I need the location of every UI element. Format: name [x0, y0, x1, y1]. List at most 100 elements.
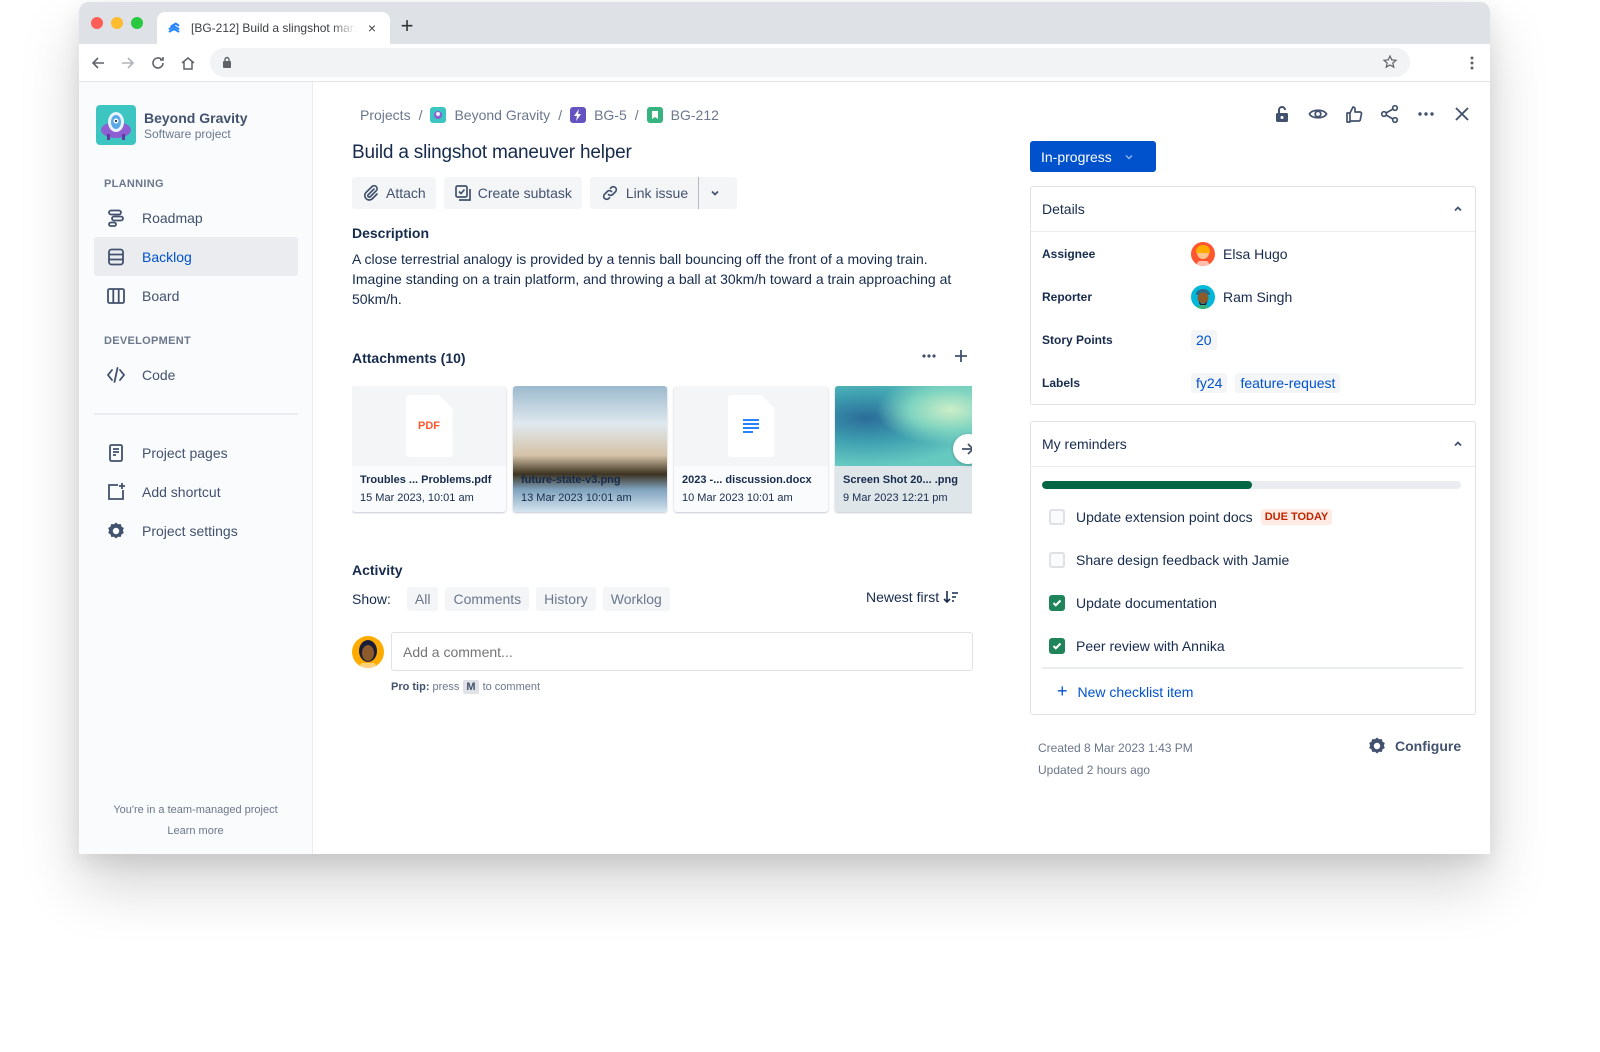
chevron-up-icon[interactable] [1453, 204, 1463, 214]
checkbox-checked[interactable] [1049, 594, 1065, 611]
filter-worklog[interactable]: Worklog [602, 587, 670, 611]
pro-tip-label: Pro tip: [391, 681, 430, 693]
close-icon[interactable] [1452, 104, 1472, 124]
shortcut-key: M [463, 680, 479, 694]
issue-meta: Created 8 Mar 2023 1:43 PM Updated 2 hou… [1038, 737, 1193, 781]
more-icon[interactable] [922, 354, 936, 358]
unlock-icon[interactable] [1272, 104, 1292, 124]
assignee-name: Elsa Hugo [1223, 245, 1288, 262]
sidebar-item-roadmap[interactable]: Roadmap [94, 198, 298, 237]
attachment-name: 2023 -... discussion.docx [682, 474, 812, 486]
link-issue-button[interactable]: Link issue [590, 177, 698, 209]
sidebar-item-label: Backlog [142, 248, 192, 265]
sidebar-item-backlog[interactable]: Backlog [94, 237, 298, 276]
story-points-value[interactable]: 20 [1191, 329, 1217, 350]
window-controls [91, 17, 143, 29]
new-checklist-item-button[interactable]: + New checklist item [1042, 667, 1463, 714]
checkbox-checked[interactable] [1049, 637, 1065, 654]
attachment-card[interactable]: 2023 -... discussion.docx 10 Mar 2023 10… [674, 386, 828, 512]
checklist-item[interactable]: Update extension point docs DUE TODAY [1031, 495, 1475, 538]
page-icon [109, 443, 123, 462]
checklist-item[interactable]: Update documentation [1031, 581, 1475, 624]
comment-input[interactable] [391, 632, 973, 671]
ufo-icon [101, 112, 131, 140]
sidebar-item-label: Roadmap [142, 209, 203, 226]
sidebar-item-code[interactable]: Code [94, 355, 298, 394]
label-tag[interactable]: fy24 [1191, 372, 1228, 393]
label-tag[interactable]: feature-request [1235, 372, 1341, 393]
more-icon[interactable] [1416, 104, 1436, 124]
thumbs-up-icon[interactable] [1344, 104, 1364, 124]
status-dropdown[interactable]: In-progress [1030, 141, 1156, 172]
browser-tab[interactable]: [BG-212] Build a slingshot maneuver help… [157, 12, 390, 44]
minimize-window-button[interactable] [111, 17, 123, 29]
comment-composer [352, 632, 973, 671]
project-header[interactable]: Beyond Gravity Software project [96, 105, 247, 145]
breadcrumb-project[interactable]: Beyond Gravity [454, 107, 550, 123]
sidebar-item-project-pages[interactable]: Project pages [94, 433, 298, 472]
assignee-field[interactable]: Elsa Hugo [1191, 241, 1288, 266]
filter-comments[interactable]: Comments [445, 587, 530, 611]
pdf-file-icon: PDF [405, 395, 453, 457]
breadcrumb-issue[interactable]: BG-212 [671, 107, 719, 123]
learn-more-link[interactable]: Learn more [79, 825, 312, 837]
issue-title[interactable]: Build a slingshot maneuver helper [352, 142, 632, 164]
attachments-list: PDF Troubles ... Problems.pdf 15 Mar 202… [352, 386, 972, 514]
create-subtask-button[interactable]: Create subtask [443, 177, 582, 209]
sidebar-item-label: Add shortcut [142, 483, 221, 500]
sidebar-item-add-shortcut[interactable]: Add shortcut [94, 472, 298, 511]
sort-button[interactable]: Newest first [866, 589, 959, 605]
new-tab-button[interactable]: + [397, 14, 417, 38]
assignee-avatar [1191, 241, 1215, 266]
details-header[interactable]: Details [1031, 187, 1475, 232]
checkbox[interactable] [1049, 551, 1065, 568]
reminders-header[interactable]: My reminders [1031, 422, 1475, 467]
close-window-button[interactable] [91, 17, 103, 29]
story-points-row: Story Points 20 [1031, 318, 1475, 361]
attach-button[interactable]: Attach [352, 177, 436, 209]
link-issue-label: Link issue [625, 185, 689, 201]
pro-tip-text: press [432, 681, 460, 693]
attachment-card[interactable]: future-state-v3.png 13 Mar 2023 10:01 am [513, 386, 667, 512]
reporter-field[interactable]: Ram Singh [1191, 284, 1292, 309]
reporter-row: Reporter Ram Singh [1031, 275, 1475, 318]
back-icon[interactable] [90, 55, 106, 71]
more-actions-button[interactable] [699, 177, 737, 209]
attachment-date: 9 Mar 2023 12:21 pm [843, 492, 948, 504]
breadcrumb-epic[interactable]: BG-5 [594, 107, 627, 123]
add-shortcut-icon [108, 482, 125, 500]
sidebar-item-label: Project pages [142, 444, 228, 461]
attachment-card[interactable]: Screen Shot 20... .png 9 Mar 2023 12:21 … [835, 386, 972, 512]
maximize-window-button[interactable] [131, 17, 143, 29]
checklist-item[interactable]: Peer review with Annika [1031, 624, 1475, 667]
browser-toolbar [79, 44, 1490, 82]
add-icon[interactable] [954, 349, 968, 363]
description-text[interactable]: A close terrestrial analogy is provided … [352, 249, 972, 309]
forward-icon[interactable] [120, 55, 136, 71]
assignee-row: Assignee Elsa Hugo [1031, 232, 1475, 275]
checklist-item[interactable]: Share design feedback with Jamie [1031, 538, 1475, 581]
watch-eye-icon[interactable] [1308, 104, 1328, 124]
details-title: Details [1042, 201, 1085, 217]
bookmark-star-icon[interactable] [1382, 54, 1398, 70]
sidebar-item-project-settings[interactable]: Project settings [94, 511, 298, 550]
pdf-badge: PDF [418, 420, 440, 432]
browser-menu-icon[interactable] [1470, 55, 1474, 71]
breadcrumb-separator: / [418, 107, 423, 123]
configure-button[interactable]: Configure [1367, 736, 1461, 756]
breadcrumb-projects[interactable]: Projects [360, 107, 411, 123]
new-checklist-item-label: New checklist item [1077, 683, 1194, 700]
sidebar-item-board[interactable]: Board [94, 276, 298, 315]
address-bar[interactable] [210, 48, 1410, 77]
attachment-card[interactable]: PDF Troubles ... Problems.pdf 15 Mar 202… [352, 386, 506, 512]
chevron-up-icon[interactable] [1453, 439, 1463, 449]
home-icon[interactable] [180, 55, 196, 71]
filter-all[interactable]: All [406, 587, 439, 611]
pro-tip-text: to comment [482, 681, 541, 693]
sidebar-divider [94, 413, 298, 415]
tab-close-icon[interactable]: × [364, 20, 380, 36]
reload-icon[interactable] [150, 55, 166, 71]
checkbox[interactable] [1049, 508, 1065, 525]
share-icon[interactable] [1380, 104, 1400, 124]
filter-history[interactable]: History [536, 587, 596, 611]
